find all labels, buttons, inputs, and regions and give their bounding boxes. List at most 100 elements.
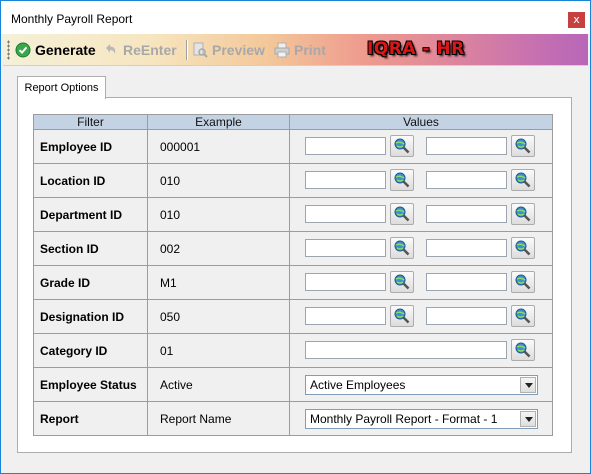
department-id-from-lookup-button[interactable] — [390, 203, 414, 225]
globe-magnifier-icon — [515, 172, 531, 188]
designation-id-from-input[interactable] — [305, 307, 386, 325]
employee-id-to-input[interactable] — [426, 137, 507, 155]
reenter-button[interactable]: ReEnter — [103, 34, 177, 65]
values-cell — [289, 333, 553, 368]
print-label: Print — [294, 41, 326, 58]
filter-label: Designation ID — [33, 299, 148, 334]
values-cell: Active Employees — [289, 367, 553, 402]
filter-grid: Filter Example Values Employee ID 000001 — [33, 114, 553, 436]
example-value: 050 — [147, 299, 290, 334]
table-row: Designation ID 050 — [33, 299, 553, 334]
report-window: Monthly Payroll Report x Generate ReEnte… — [0, 0, 591, 474]
designation-id-to-lookup-button[interactable] — [511, 305, 535, 327]
table-row: Category ID 01 — [33, 333, 553, 368]
filter-label: Location ID — [33, 163, 148, 198]
chevron-down-icon[interactable] — [520, 411, 536, 427]
table-row: Report Report Name Monthly Payroll Repor… — [33, 401, 553, 436]
category-id-lookup-button[interactable] — [511, 339, 535, 361]
chevron-down-icon[interactable] — [520, 377, 536, 393]
example-value: Report Name — [147, 401, 290, 436]
department-id-to-lookup-button[interactable] — [511, 203, 535, 225]
values-cell — [289, 163, 553, 198]
filter-column-header: Filter — [33, 114, 148, 130]
report-options-panel: Filter Example Values Employee ID 000001 — [17, 97, 572, 453]
generate-label: Generate — [35, 41, 96, 58]
globe-magnifier-icon — [515, 308, 531, 324]
table-row: Location ID 010 — [33, 163, 553, 198]
grade-id-from-input[interactable] — [305, 273, 386, 291]
preview-document-icon — [192, 42, 208, 58]
values-cell — [289, 197, 553, 232]
example-column-header: Example — [147, 114, 290, 130]
globe-magnifier-icon — [394, 240, 410, 256]
brand-logo: IQRA - HR — [367, 39, 465, 59]
toolbar-separator — [186, 40, 188, 60]
employee-id-to-lookup-button[interactable] — [511, 135, 535, 157]
section-id-to-lookup-button[interactable] — [511, 237, 535, 259]
grade-id-to-input[interactable] — [426, 273, 507, 291]
section-id-from-input[interactable] — [305, 239, 386, 257]
section-id-to-input[interactable] — [426, 239, 507, 257]
values-cell: Monthly Payroll Report - Format - 1 — [289, 401, 553, 436]
filter-label: Grade ID — [33, 265, 148, 300]
employee-status-selected-value: Active Employees — [310, 378, 406, 392]
globe-magnifier-icon — [394, 138, 410, 154]
window-title: Monthly Payroll Report — [11, 12, 133, 26]
globe-magnifier-icon — [394, 206, 410, 222]
example-value: Active — [147, 367, 290, 402]
filter-label: Report — [33, 401, 148, 436]
filter-label: Category ID — [33, 333, 148, 368]
table-row: Grade ID M1 — [33, 265, 553, 300]
values-column-header: Values — [289, 114, 553, 130]
report-format-select[interactable]: Monthly Payroll Report - Format - 1 — [305, 409, 538, 429]
title-bar: Monthly Payroll Report x — [1, 1, 590, 34]
globe-magnifier-icon — [394, 274, 410, 290]
designation-id-to-input[interactable] — [426, 307, 507, 325]
table-row: Department ID 010 — [33, 197, 553, 232]
table-row: Employee Status Active Active Employees — [33, 367, 553, 402]
department-id-to-input[interactable] — [426, 205, 507, 223]
preview-button[interactable]: Preview — [192, 34, 265, 65]
values-cell — [289, 265, 553, 300]
reenter-label: ReEnter — [123, 41, 177, 58]
example-value: 000001 — [147, 129, 290, 164]
table-row: Employee ID 000001 — [33, 129, 553, 164]
close-button[interactable]: x — [568, 12, 585, 28]
filter-label: Section ID — [33, 231, 148, 266]
example-value: 010 — [147, 197, 290, 232]
globe-magnifier-icon — [515, 274, 531, 290]
location-id-to-lookup-button[interactable] — [511, 169, 535, 191]
employee-id-from-input[interactable] — [305, 137, 386, 155]
undo-arrow-icon — [103, 42, 119, 58]
generate-button[interactable]: Generate — [15, 34, 96, 65]
grid-header-row: Filter Example Values — [33, 114, 553, 130]
location-id-from-input[interactable] — [305, 171, 386, 189]
employee-id-from-lookup-button[interactable] — [390, 135, 414, 157]
values-cell — [289, 299, 553, 334]
print-button[interactable]: Print — [274, 34, 326, 65]
example-value: 010 — [147, 163, 290, 198]
department-id-from-input[interactable] — [305, 205, 386, 223]
example-value: 01 — [147, 333, 290, 368]
preview-label: Preview — [212, 41, 265, 58]
tab-report-options[interactable]: Report Options — [17, 76, 106, 99]
section-id-from-lookup-button[interactable] — [390, 237, 414, 259]
location-id-from-lookup-button[interactable] — [390, 169, 414, 191]
filter-label: Department ID — [33, 197, 148, 232]
globe-magnifier-icon — [515, 206, 531, 222]
globe-magnifier-icon — [394, 308, 410, 324]
location-id-to-input[interactable] — [426, 171, 507, 189]
employee-status-select[interactable]: Active Employees — [305, 375, 538, 395]
values-cell — [289, 231, 553, 266]
example-value: M1 — [147, 265, 290, 300]
values-cell — [289, 129, 553, 164]
designation-id-from-lookup-button[interactable] — [390, 305, 414, 327]
category-id-input[interactable] — [305, 341, 507, 359]
globe-magnifier-icon — [515, 138, 531, 154]
globe-magnifier-icon — [515, 240, 531, 256]
globe-magnifier-icon — [515, 342, 531, 358]
grade-id-to-lookup-button[interactable] — [511, 271, 535, 293]
grade-id-from-lookup-button[interactable] — [390, 271, 414, 293]
toolbar-grip[interactable] — [7, 40, 10, 60]
checkmark-circle-icon — [15, 42, 31, 58]
